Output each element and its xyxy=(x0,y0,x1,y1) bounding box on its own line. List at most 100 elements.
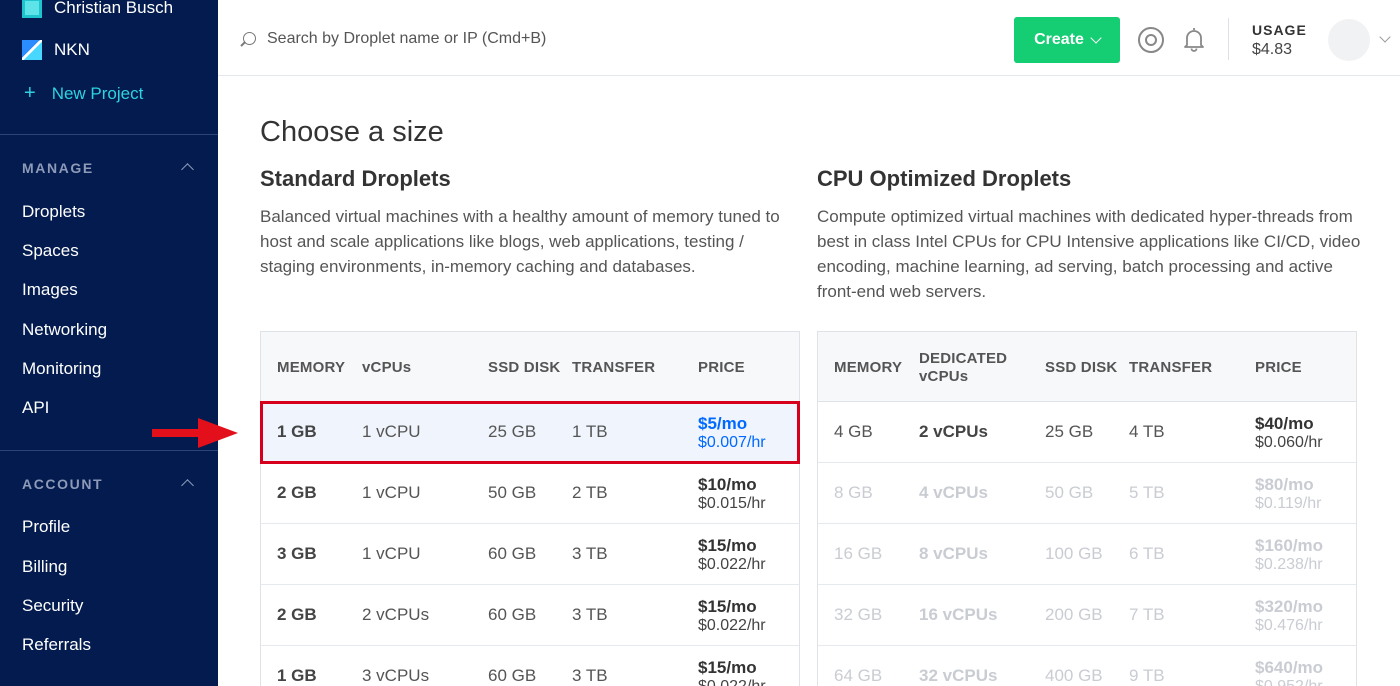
memory-cell: 1 GB xyxy=(277,422,317,441)
column-header-price: PRICE xyxy=(1255,359,1302,376)
disk-cell: 200 GB xyxy=(1045,605,1103,624)
size-option-row-disabled: 64 GB 32 vCPUs 400 GB 9 TB $640/mo $0.95… xyxy=(818,646,1356,686)
bell-icon[interactable] xyxy=(1182,26,1206,52)
price-monthly: $160/mo xyxy=(1255,536,1324,555)
sidebar-item-monitoring[interactable]: Monitoring xyxy=(22,359,101,379)
chevron-down-icon xyxy=(1090,32,1102,44)
price-monthly: $40/mo xyxy=(1255,414,1314,433)
sidebar-item-api[interactable]: API xyxy=(22,398,49,418)
project-christian-busch[interactable]: Christian Busch xyxy=(22,0,173,18)
vcpus-cell: 16 vCPUs xyxy=(919,605,998,624)
column-header-transfer: TRANSFER xyxy=(1129,359,1213,376)
size-option-row[interactable]: 4 GB 2 vCPUs 25 GB 4 TB $40/mo $0.060/hr xyxy=(818,402,1356,463)
sidebar-item-security[interactable]: Security xyxy=(22,596,83,616)
price-monthly: $15/mo xyxy=(698,658,757,677)
sidebar-item-billing[interactable]: Billing xyxy=(22,557,67,577)
price-hourly: $0.007/hr xyxy=(698,434,766,451)
vcpus-cell: 8 vCPUs xyxy=(919,544,988,563)
red-arrow-annotation-icon xyxy=(152,418,238,448)
create-label: Create xyxy=(1034,31,1084,48)
price-cell: $40/mo $0.060/hr xyxy=(1255,414,1323,452)
price-monthly: $320/mo xyxy=(1255,597,1324,616)
sidebar-item-networking[interactable]: Networking xyxy=(22,320,107,340)
column-header-dedicated-vcpus: DEDICATED vCPUs xyxy=(919,350,1008,385)
vcpus-cell: 2 vCPUs xyxy=(919,422,988,441)
size-option-row[interactable]: 2 GB 2 vCPUs 60 GB 3 TB $15/mo $0.022/hr xyxy=(261,585,799,646)
top-header: Create USAGE $4.83 xyxy=(218,0,1400,76)
disk-cell: 50 GB xyxy=(1045,483,1094,502)
new-project-button[interactable]: + New Project xyxy=(24,82,143,105)
help-lifebuoy-icon[interactable] xyxy=(1138,27,1164,53)
price-monthly: $10/mo xyxy=(698,475,757,494)
transfer-cell: 5 TB xyxy=(1129,483,1165,502)
column-header-ssd-disk: SSD DISK xyxy=(488,359,561,376)
size-option-row[interactable]: 1 GB 3 vCPUs 60 GB 3 TB $15/mo $0.022/hr xyxy=(261,646,799,686)
vcpus-cell: 32 vCPUs xyxy=(919,666,998,685)
transfer-cell: 4 TB xyxy=(1129,422,1165,441)
transfer-cell: 6 TB xyxy=(1129,544,1165,563)
page-title: Choose a size xyxy=(260,116,444,148)
sidebar-item-droplets[interactable]: Droplets xyxy=(22,202,85,222)
price-hourly: $0.952/hr xyxy=(1255,678,1323,686)
price-monthly: $640/mo xyxy=(1255,658,1324,677)
column-header-memory: MEMORY xyxy=(277,359,346,376)
price-cell: $5/mo $0.007/hr xyxy=(698,414,766,452)
vcpus-cell: 1 vCPU xyxy=(362,483,421,502)
price-hourly: $0.060/hr xyxy=(1255,434,1323,451)
price-hourly: $0.119/hr xyxy=(1255,495,1322,512)
sidebar-divider xyxy=(0,134,218,135)
vcpus-cell: 1 vCPU xyxy=(362,544,421,563)
table-header: MEMORY DEDICATED vCPUs SSD DISK TRANSFER… xyxy=(818,332,1356,402)
disk-cell: 100 GB xyxy=(1045,544,1103,563)
disk-cell: 25 GB xyxy=(488,422,537,441)
standard-size-table: MEMORY vCPUs SSD DISK TRANSFER PRICE 1 G… xyxy=(260,331,800,686)
price-cell: $80/mo $0.119/hr xyxy=(1255,475,1321,513)
price-hourly: $0.022/hr xyxy=(698,678,766,686)
price-hourly: $0.022/hr xyxy=(698,556,766,573)
column-header-price: PRICE xyxy=(698,359,745,376)
create-button[interactable]: Create xyxy=(1014,17,1120,63)
price-cell: $640/mo $0.952/hr xyxy=(1255,658,1323,686)
size-option-row[interactable]: 1 GB 1 vCPU 25 GB 1 TB $5/mo $0.007/hr xyxy=(260,401,800,464)
transfer-cell: 3 TB xyxy=(572,544,608,563)
main-content: Choose a size Standard Droplets Balanced… xyxy=(218,76,1400,686)
transfer-cell: 1 TB xyxy=(572,422,608,441)
size-option-row[interactable]: 2 GB 1 vCPU 50 GB 2 TB $10/mo $0.015/hr xyxy=(261,463,799,524)
price-monthly: $80/mo xyxy=(1255,475,1314,494)
disk-cell: 25 GB xyxy=(1045,422,1094,441)
project-icon xyxy=(22,0,42,18)
chevron-up-icon[interactable] xyxy=(181,479,194,492)
manage-heading: MANAGE xyxy=(22,160,94,176)
size-option-row-disabled: 8 GB 4 vCPUs 50 GB 5 TB $80/mo $0.119/hr xyxy=(818,463,1356,524)
size-option-row[interactable]: 3 GB 1 vCPU 60 GB 3 TB $15/mo $0.022/hr xyxy=(261,524,799,585)
table-header: MEMORY vCPUs SSD DISK TRANSFER PRICE xyxy=(261,332,799,402)
memory-cell: 1 GB xyxy=(277,666,317,685)
column-header-ssd-disk: SSD DISK xyxy=(1045,359,1118,376)
search-input[interactable] xyxy=(267,26,687,52)
project-icon xyxy=(22,40,42,60)
transfer-cell: 7 TB xyxy=(1129,605,1165,624)
transfer-cell: 3 TB xyxy=(572,666,608,685)
project-nkn[interactable]: NKN xyxy=(22,40,90,60)
project-name: Christian Busch xyxy=(54,0,174,17)
memory-cell: 8 GB xyxy=(834,483,873,502)
sidebar-item-referrals[interactable]: Referrals xyxy=(22,635,91,655)
sidebar-item-spaces[interactable]: Spaces xyxy=(22,241,79,261)
vcpus-cell: 4 vCPUs xyxy=(919,483,988,502)
size-option-row-disabled: 16 GB 8 vCPUs 100 GB 6 TB $160/mo $0.238… xyxy=(818,524,1356,585)
price-hourly: $0.015/hr xyxy=(698,495,766,512)
transfer-cell: 2 TB xyxy=(572,483,608,502)
avatar[interactable] xyxy=(1328,19,1370,61)
vcpus-cell: 3 vCPUs xyxy=(362,666,430,685)
disk-cell: 60 GB xyxy=(488,544,537,563)
price-hourly: $0.022/hr xyxy=(698,617,766,634)
price-monthly: $15/mo xyxy=(698,536,757,555)
memory-cell: 64 GB xyxy=(834,666,883,685)
disk-cell: 400 GB xyxy=(1045,666,1103,685)
chevron-up-icon[interactable] xyxy=(181,163,194,176)
price-cell: $15/mo $0.022/hr xyxy=(698,536,766,574)
chevron-down-icon[interactable] xyxy=(1379,31,1391,43)
memory-cell: 2 GB xyxy=(277,483,317,502)
sidebar-item-images[interactable]: Images xyxy=(22,280,78,300)
sidebar-item-profile[interactable]: Profile xyxy=(22,517,70,537)
